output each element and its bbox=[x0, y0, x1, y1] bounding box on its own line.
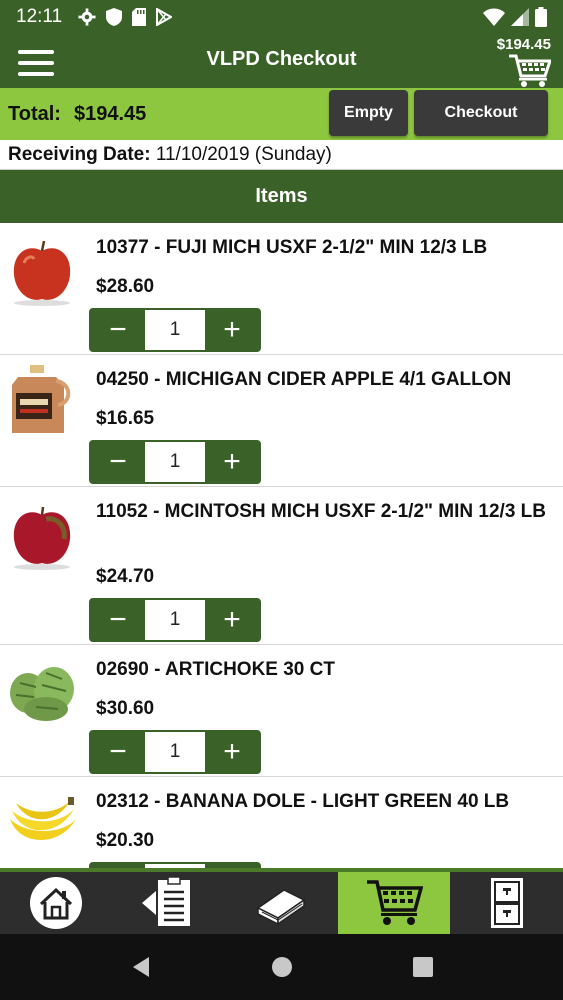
receiving-date-value: 11/10/2019 (Sunday) bbox=[155, 144, 332, 165]
clipboard-back-icon bbox=[141, 876, 190, 926]
item-name: 11052 - MCINTOSH MICH USXF 2-1/2" MIN 12… bbox=[96, 501, 546, 522]
cart-icon[interactable] bbox=[507, 54, 551, 88]
decrement-button[interactable]: − bbox=[91, 310, 145, 350]
gear-icon bbox=[78, 8, 96, 26]
item-price: $16.65 bbox=[96, 408, 155, 429]
status-left-icons bbox=[78, 8, 173, 26]
nav-cart[interactable] bbox=[337, 872, 451, 934]
nav-orders[interactable] bbox=[113, 872, 226, 934]
banana-image bbox=[10, 797, 76, 840]
item-price: $20.30 bbox=[96, 830, 155, 851]
quantity-stepper: − 1 + bbox=[89, 730, 261, 774]
item-name: 02690 - ARTICHOKE 30 CT bbox=[96, 659, 335, 680]
battery-icon bbox=[535, 7, 547, 27]
item-price: $30.60 bbox=[96, 698, 155, 719]
artichoke-image bbox=[10, 667, 74, 721]
quantity-input[interactable]: 1 bbox=[145, 442, 205, 482]
decrement-button[interactable]: − bbox=[91, 442, 145, 482]
item-name: 02312 - BANANA DOLE - LIGHT GREEN 40 LB bbox=[96, 791, 510, 812]
home-icon bbox=[30, 877, 83, 929]
play-store-icon bbox=[156, 8, 173, 26]
quantity-input[interactable]: 1 bbox=[145, 310, 205, 350]
empty-cart-button[interactable]: Empty bbox=[329, 90, 408, 136]
cart-item: 02312 - BANANA DOLE - LIGHT GREEN 40 LB … bbox=[0, 777, 563, 868]
checkout-button[interactable]: Checkout bbox=[414, 90, 548, 136]
status-time: 12:11 bbox=[16, 6, 63, 27]
total-label: Total: bbox=[8, 103, 61, 125]
quantity-stepper: − 1 + bbox=[89, 598, 261, 642]
cart-item-list[interactable]: 10377 - FUJI MICH USXF 2-1/2" MIN 12/3 L… bbox=[0, 223, 563, 868]
item-price: $24.70 bbox=[96, 566, 155, 587]
cart-item: 04250 - MICHIGAN CIDER APPLE 4/1 GALLON … bbox=[0, 355, 563, 487]
cider-jug-image bbox=[12, 365, 71, 433]
mcintosh-apple-image bbox=[13, 506, 71, 570]
total-bar: Total: $194.45 Empty Checkout bbox=[0, 88, 563, 140]
decrement-button[interactable]: − bbox=[91, 600, 145, 640]
page-title: VLPD Checkout bbox=[206, 48, 357, 70]
cart-item: 10377 - FUJI MICH USXF 2-1/2" MIN 12/3 L… bbox=[0, 223, 563, 355]
quantity-input[interactable]: 1 bbox=[145, 732, 205, 772]
increment-button[interactable]: + bbox=[205, 732, 259, 772]
wifi-icon bbox=[483, 8, 505, 26]
items-section-header: Items bbox=[0, 170, 563, 223]
item-name: 10377 - FUJI MICH USXF 2-1/2" MIN 12/3 L… bbox=[96, 237, 488, 258]
increment-button[interactable]: + bbox=[205, 442, 259, 482]
cart-item: 02690 - ARTICHOKE 30 CT $30.60 − 1 + bbox=[0, 645, 563, 777]
back-icon[interactable] bbox=[131, 956, 151, 978]
item-price: $28.60 bbox=[96, 276, 155, 297]
item-name: 04250 - MICHIGAN CIDER APPLE 4/1 GALLON bbox=[96, 369, 512, 390]
cart-icon bbox=[367, 880, 424, 925]
header-cart-total: $194.45 bbox=[496, 36, 551, 53]
status-bar: 12:11 bbox=[0, 0, 563, 34]
decrement-button[interactable]: − bbox=[91, 732, 145, 772]
home-button-icon[interactable] bbox=[271, 956, 293, 978]
nav-account[interactable] bbox=[450, 872, 563, 934]
cabinet-icon bbox=[490, 878, 523, 928]
signal-icon bbox=[511, 8, 529, 26]
shield-icon bbox=[106, 8, 123, 26]
nav-catalog[interactable] bbox=[225, 872, 338, 934]
sd-card-icon bbox=[132, 8, 147, 26]
receiving-date-bar[interactable]: Receiving Date: 11/10/2019 (Sunday) bbox=[0, 140, 563, 170]
fuji-apple-image bbox=[13, 240, 71, 306]
book-icon bbox=[257, 889, 306, 926]
increment-button[interactable]: + bbox=[205, 310, 259, 350]
total-value: $194.45 bbox=[74, 103, 147, 125]
system-navigation-bar bbox=[0, 934, 563, 1000]
quantity-input[interactable]: 1 bbox=[145, 600, 205, 640]
quantity-stepper: − 1 + bbox=[89, 440, 261, 484]
bottom-navigation bbox=[0, 868, 563, 934]
status-right-icons bbox=[483, 7, 547, 27]
receiving-date-label: Receiving Date: bbox=[8, 144, 151, 165]
quantity-stepper: − 1 + bbox=[89, 308, 261, 352]
nav-home[interactable] bbox=[0, 872, 113, 934]
cart-item: 11052 - MCINTOSH MICH USXF 2-1/2" MIN 12… bbox=[0, 487, 563, 645]
app-header: VLPD Checkout $194.45 bbox=[0, 34, 563, 88]
recents-icon[interactable] bbox=[412, 957, 433, 977]
increment-button[interactable]: + bbox=[205, 600, 259, 640]
